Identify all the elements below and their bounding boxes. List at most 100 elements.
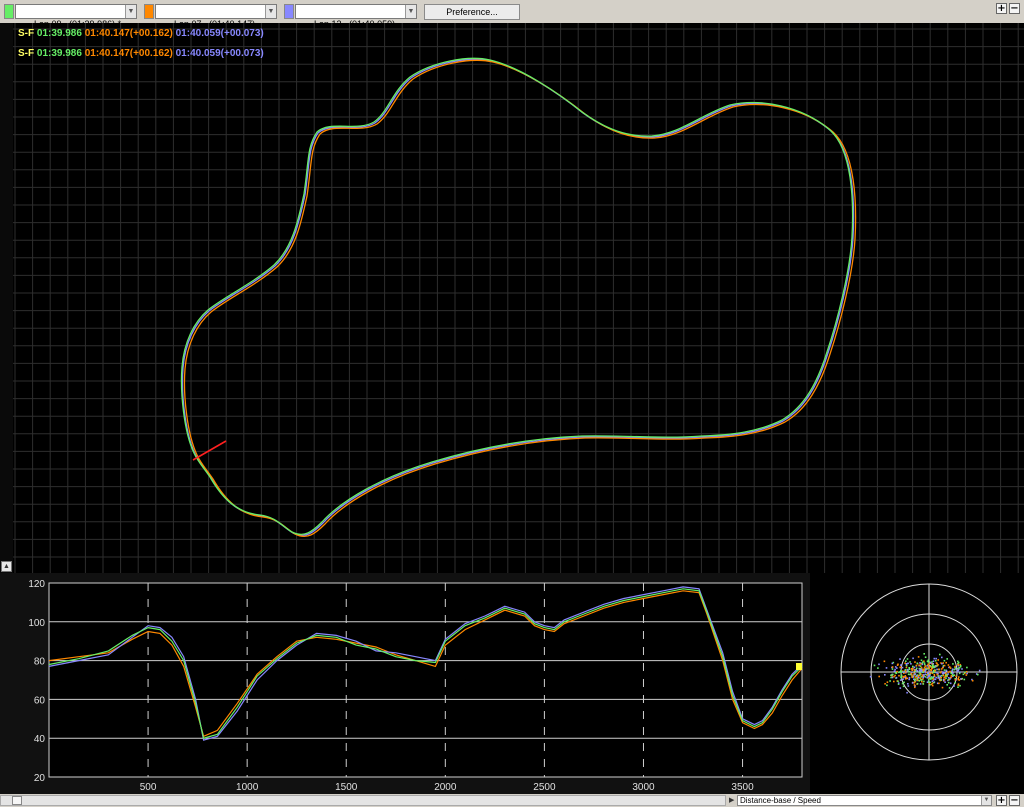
g-g-point <box>877 667 879 669</box>
lap-selector-2[interactable]: Lap 07 (01:40.147) ▼ <box>144 3 277 29</box>
scroll-thumb[interactable] <box>12 796 22 805</box>
g-g-point <box>929 662 932 664</box>
g-g-point <box>891 668 894 670</box>
g-g-point <box>940 668 943 670</box>
g-g-point <box>947 677 950 679</box>
g-g-point <box>925 668 927 671</box>
g-g-point <box>899 679 902 681</box>
g-g-point <box>933 674 936 676</box>
g-g-point <box>908 678 910 681</box>
left-strip <box>0 23 13 573</box>
g-g-point <box>954 679 957 681</box>
g-g-point <box>922 678 924 680</box>
cursor-marker[interactable] <box>796 663 802 670</box>
horizontal-scrollbar[interactable] <box>0 795 726 806</box>
graph-zoom-out-icon[interactable]: − <box>1009 795 1020 806</box>
x-tick-label: 1000 <box>236 782 259 793</box>
g-g-point <box>895 672 898 674</box>
g-g-point <box>960 678 962 680</box>
g-g-point <box>904 676 907 679</box>
g-g-point <box>920 659 923 662</box>
g-g-point <box>939 671 942 674</box>
zoom-in-icon[interactable]: + <box>996 3 1007 14</box>
g-g-point <box>932 671 935 674</box>
g-g-point <box>965 671 968 673</box>
g-g-point <box>913 666 916 669</box>
g-g-point <box>891 662 894 665</box>
speed-graph-panel[interactable]: 20 40 60 80 100 120 500 1000 1500 2000 2500 3000 35… <box>0 573 810 794</box>
g-g-point <box>947 681 950 684</box>
g-g-point <box>947 673 949 675</box>
g-g-point <box>931 667 933 670</box>
track-map[interactable] <box>13 23 1024 573</box>
g-g-point <box>954 665 956 668</box>
g-g-point <box>941 662 943 665</box>
g-g-point <box>901 682 904 685</box>
g-g-point <box>949 682 952 685</box>
g-g-point <box>963 678 966 681</box>
g-g-point <box>911 676 913 678</box>
lap-combo[interactable]: Lap 13 (01:40.059) ▼ <box>295 3 417 29</box>
g-g-point <box>901 666 904 669</box>
chevron-down-icon[interactable]: ▼ <box>981 796 991 805</box>
g-g-point <box>910 671 913 673</box>
lap-color-swatch <box>284 3 294 19</box>
g-g-point <box>907 668 909 671</box>
g-g-point <box>917 674 920 677</box>
lap-combo[interactable]: Lap 07 (01:40.147) ▼ <box>155 3 277 29</box>
g-g-diagram-panel[interactable] <box>810 573 1024 794</box>
g-g-point <box>948 687 951 689</box>
chevron-down-icon[interactable]: ▼ <box>405 4 416 18</box>
lap-selector-1[interactable]: Lap 09 (01:39.986) * ▼ <box>4 3 137 29</box>
speed-chart[interactable]: 20 40 60 80 100 120 500 1000 1500 2000 2500 3000 35… <box>0 573 810 794</box>
g-g-point <box>899 658 901 660</box>
up-arrow-icon[interactable]: ▲ <box>1 561 12 572</box>
g-g-point <box>957 661 960 664</box>
g-g-point <box>886 684 888 687</box>
g-g-point <box>911 669 913 671</box>
zoom-out-icon[interactable]: − <box>1009 3 1020 14</box>
g-g-point <box>941 672 944 675</box>
g-g-point <box>957 667 959 670</box>
g-g-point <box>947 664 950 666</box>
g-g-point <box>957 676 960 678</box>
g-g-point <box>916 670 919 672</box>
g-g-point <box>915 667 918 670</box>
g-g-point <box>902 675 904 678</box>
g-g-point <box>935 657 937 660</box>
preference-button[interactable]: Preference... <box>424 4 520 20</box>
g-g-point <box>896 670 898 673</box>
g-g-point <box>952 674 955 677</box>
g-g-point <box>912 665 914 668</box>
g-g-point <box>931 680 934 683</box>
g-g-point <box>937 676 939 679</box>
g-g-point <box>950 672 952 674</box>
graph-zoom-in-icon[interactable]: + <box>996 795 1007 806</box>
g-g-point <box>941 656 943 659</box>
lap-combo[interactable]: Lap 09 (01:39.986) * ▼ <box>15 3 137 29</box>
g-g-point <box>907 685 910 687</box>
chevron-down-icon[interactable]: ▼ <box>125 4 136 18</box>
sector-time-lap09: 01:39.986 <box>36 48 82 59</box>
g-g-point <box>952 663 954 665</box>
g-g-point <box>946 684 948 686</box>
track-map-panel[interactable]: S-F 01:39.986 01:40.147(+00.162) 01:40.0… <box>13 23 1024 573</box>
start-finish-marker <box>192 440 227 461</box>
graph-mode-select[interactable]: Distance-base / Speed ▼ <box>737 795 992 806</box>
right-triangle-icon[interactable]: ▶ <box>729 795 734 806</box>
g-g-point <box>900 664 902 666</box>
g-g-point <box>893 680 895 683</box>
x-tick-label: 1500 <box>335 782 358 793</box>
g-g-point <box>909 661 911 663</box>
g-g-point <box>886 681 889 683</box>
g-g-point <box>905 664 908 667</box>
lap-selector-3[interactable]: Lap 13 (01:40.059) ▼ <box>284 3 417 29</box>
sector-label: S-F <box>18 28 35 39</box>
g-g-point <box>941 675 943 677</box>
g-g-point <box>908 668 911 671</box>
g-g-point <box>916 675 918 677</box>
chevron-down-icon[interactable]: ▼ <box>265 4 276 18</box>
g-g-point <box>940 679 943 681</box>
g-g-point <box>965 674 968 676</box>
g-g-point <box>942 674 945 677</box>
